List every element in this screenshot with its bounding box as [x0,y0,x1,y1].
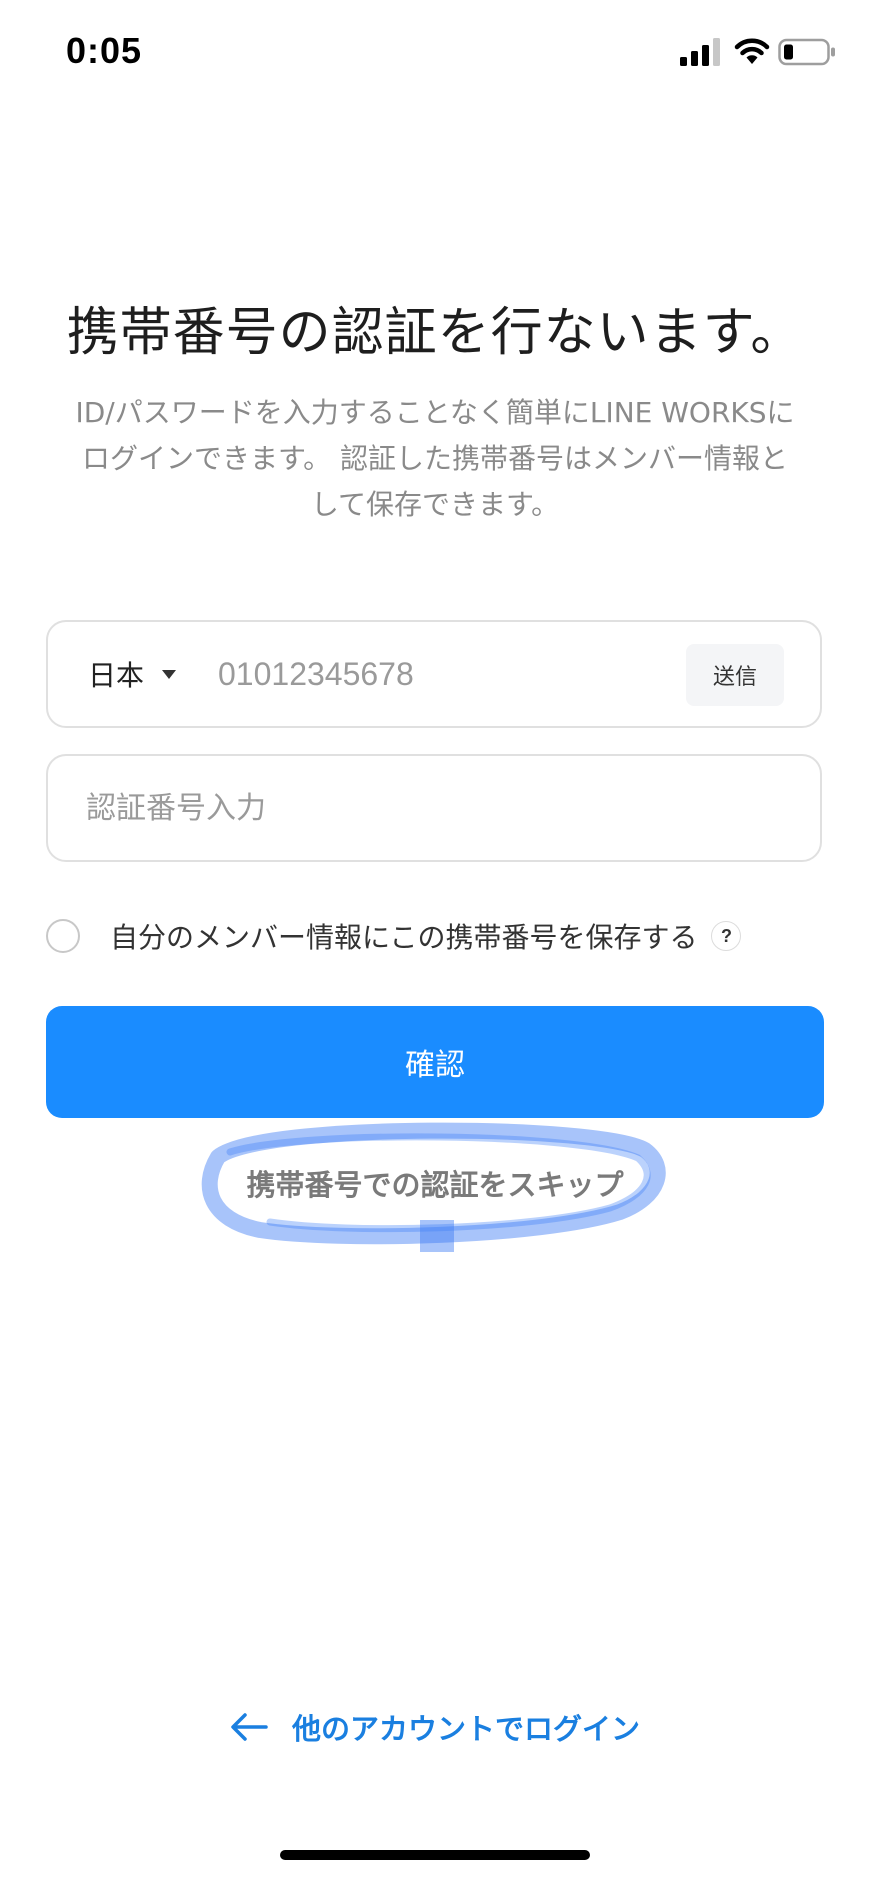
help-icon[interactable]: ? [711,921,742,951]
save-number-radio[interactable] [46,919,80,953]
caret-down-icon [162,669,177,679]
send-button[interactable]: 送信 [686,644,784,706]
skip-verification-link[interactable]: 携帯番号での認証をスキップ [0,1162,870,1204]
page-title: 携帯番号の認証を行ないます。 [66,303,804,363]
home-indicator[interactable] [280,1850,590,1860]
other-account-login-label: 他のアカウントでログイン [291,1712,640,1746]
description-line: して保存できます。 [310,488,560,521]
verification-code-field [46,754,822,862]
arrow-left-icon [231,1713,268,1741]
status-bar: 0:05 [0,0,870,110]
description-line: ID/パスワードを入力することなく簡単にLINE WORKSに [75,396,795,429]
page-description: ID/パスワードを入力することなく簡単にLINE WORKSに ログインできます… [44,390,826,528]
country-select[interactable]: 日本 [88,652,177,696]
other-account-login-link[interactable]: 他のアカウントでログイン [0,1706,870,1748]
cellular-signal-icon [680,38,720,66]
description-line: ログインできます。 認証した携帯番号はメンバー情報と [81,442,789,475]
confirm-button[interactable]: 確認 [46,1006,824,1118]
phone-number-field: 日本 送信 [46,620,822,728]
save-number-label[interactable]: 自分のメンバー情報にこの携帯番号を保存する [110,916,697,956]
status-time: 0:05 [66,30,143,71]
battery-low-icon [778,38,835,66]
country-label: 日本 [88,659,145,692]
wifi-icon [734,38,770,64]
verification-code-input[interactable] [86,784,766,832]
phone-number-input[interactable] [218,650,698,698]
save-number-option: 自分のメンバー情報にこの携帯番号を保存する ? [46,914,826,958]
